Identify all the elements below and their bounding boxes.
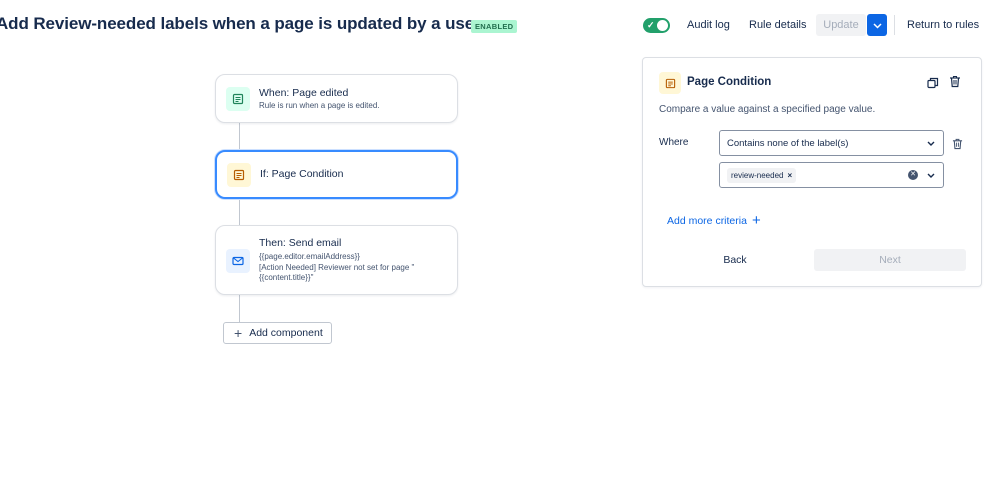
where-label: Where bbox=[659, 137, 689, 148]
header-divider bbox=[894, 15, 895, 35]
return-to-rules-button[interactable]: Return to rules bbox=[907, 14, 979, 36]
next-button[interactable]: Next bbox=[814, 249, 966, 271]
chevron-down-icon bbox=[927, 171, 935, 182]
status-badge: ENABLED bbox=[471, 20, 518, 33]
remove-tag-icon[interactable]: × bbox=[787, 171, 792, 180]
email-icon bbox=[226, 249, 250, 273]
audit-log-button[interactable]: Audit log bbox=[687, 14, 730, 36]
operator-value: Contains none of the label(s) bbox=[727, 137, 849, 149]
label-tag: review-needed × bbox=[727, 167, 797, 183]
panel-description: Compare a value against a specified page… bbox=[659, 104, 876, 115]
update-button[interactable]: Update bbox=[816, 14, 866, 36]
page-edit-icon bbox=[226, 87, 250, 111]
rule-details-button[interactable]: Rule details bbox=[749, 14, 806, 36]
page-condition-icon bbox=[659, 72, 681, 94]
labels-multiselect[interactable]: review-needed × ✕ bbox=[719, 162, 944, 188]
plus-icon: + bbox=[751, 212, 761, 229]
rule-title: Add Review-needed labels when a page is … bbox=[0, 14, 481, 33]
update-dropdown-button[interactable] bbox=[867, 14, 887, 36]
condition-card[interactable]: If: Page Condition bbox=[215, 150, 458, 199]
back-button[interactable]: Back bbox=[665, 249, 805, 271]
action-recipient: {{page.editor.emailAddress}} bbox=[259, 252, 360, 261]
label-tag-text: review-needed bbox=[731, 170, 784, 180]
operator-select[interactable]: Contains none of the label(s) bbox=[719, 130, 944, 156]
trigger-title: When: Page edited bbox=[259, 87, 349, 99]
trigger-description: Rule is run when a page is edited. bbox=[259, 101, 380, 110]
chevron-down-icon bbox=[927, 139, 935, 150]
add-component-label: Add component bbox=[249, 327, 323, 339]
trigger-card[interactable]: When: Page edited Rule is run when a pag… bbox=[215, 74, 458, 123]
action-subject: [Action Needed] Reviewer not set for pag… bbox=[259, 262, 415, 283]
action-description: {{page.editor.emailAddress}} [Action Nee… bbox=[259, 252, 454, 284]
condition-config-panel: Page Condition Compare a value against a… bbox=[642, 57, 982, 287]
action-title: Then: Send email bbox=[259, 237, 342, 249]
remove-criteria-trash-icon[interactable] bbox=[952, 137, 963, 155]
add-more-criteria-label: Add more criteria bbox=[667, 215, 747, 227]
clear-icon[interactable]: ✕ bbox=[908, 170, 918, 180]
condition-title: If: Page Condition bbox=[260, 168, 344, 180]
page-condition-icon bbox=[227, 163, 251, 187]
flow-connector bbox=[239, 295, 240, 322]
copy-icon[interactable] bbox=[927, 76, 939, 94]
rule-editor-page: Add Review-needed labels when a page is … bbox=[0, 0, 999, 502]
chevron-down-icon bbox=[872, 23, 882, 29]
add-more-criteria-button[interactable]: Add more criteria + bbox=[667, 212, 761, 229]
toggle-knob bbox=[657, 20, 668, 31]
check-icon: ✓ bbox=[647, 20, 655, 30]
flow-connector bbox=[239, 123, 240, 150]
panel-title: Page Condition bbox=[687, 76, 772, 88]
add-component-button[interactable]: + Add component bbox=[223, 322, 332, 344]
action-card[interactable]: Then: Send email {{page.editor.emailAddr… bbox=[215, 225, 458, 295]
trash-icon[interactable] bbox=[949, 75, 961, 93]
rule-enabled-toggle[interactable]: ✓ bbox=[643, 18, 670, 33]
flow-connector bbox=[239, 199, 240, 225]
plus-icon: + bbox=[234, 325, 243, 341]
